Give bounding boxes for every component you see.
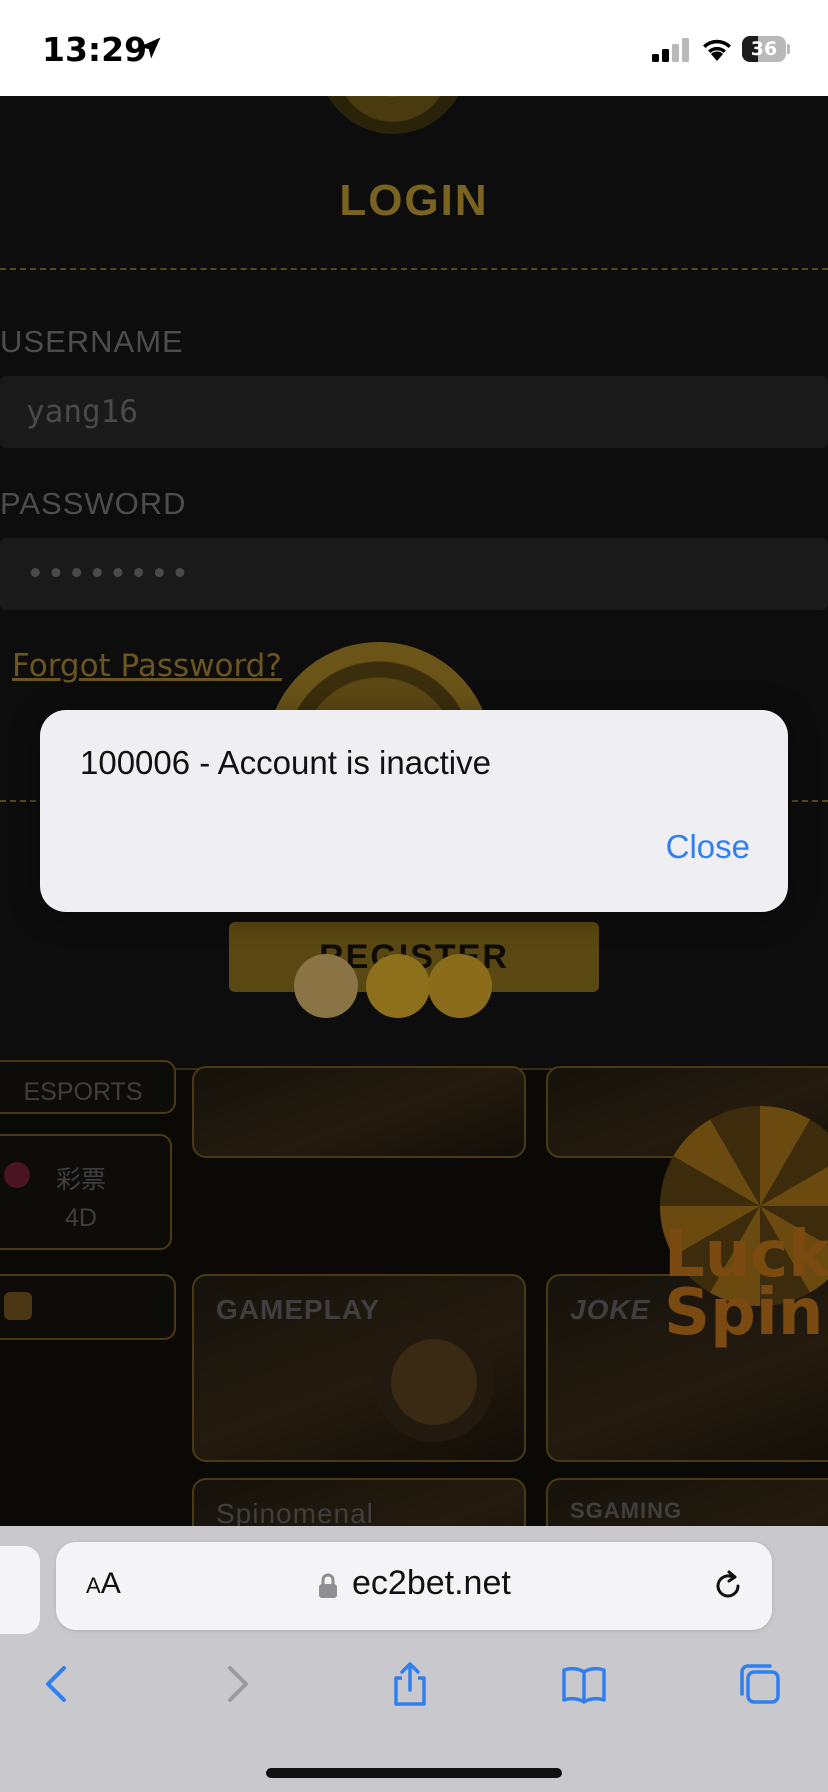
category-lottery[interactable]: 彩票 4D [0, 1134, 172, 1250]
close-button[interactable]: Close [666, 828, 750, 866]
lottery-ball-icon [4, 1162, 30, 1188]
safari-bottom-bar: AA ec2bet.net [0, 1526, 828, 1792]
loading-dot [366, 954, 430, 1018]
category-label: ESPORTS [23, 1078, 143, 1106]
url-text: ec2bet.net [352, 1564, 511, 1602]
location-arrow-icon [139, 37, 161, 59]
page-title: LOGIN [339, 176, 489, 225]
game-name: SGAMING [570, 1498, 683, 1523]
forward-icon[interactable] [212, 1660, 260, 1708]
alert-dialog: 100006 - Account is inactive Close [40, 710, 788, 912]
game-name: Spinomenal [216, 1498, 374, 1526]
game-tile-spinomenal[interactable]: Spinomenal [192, 1478, 526, 1526]
lucky-spin-label: Lucky Spin [664, 1218, 828, 1350]
previous-tab-preview[interactable] [0, 1546, 40, 1634]
loading-dot [294, 954, 358, 1018]
password-label: PASSWORD [0, 486, 187, 521]
game-art [374, 1322, 494, 1442]
home-indicator[interactable] [266, 1768, 562, 1778]
share-icon[interactable] [386, 1660, 434, 1708]
category-esports[interactable]: ESPORTS [0, 1060, 176, 1114]
cellular-signal-icon [652, 38, 689, 62]
tabs-icon[interactable] [736, 1660, 784, 1708]
status-time: 13:29 [42, 30, 148, 69]
divider [0, 268, 828, 270]
game-name: GAMEPLAY [216, 1294, 381, 1325]
game-name: JOKE [570, 1294, 651, 1325]
category-sublabel: 4D [65, 1204, 97, 1232]
game-tile-gameplay[interactable]: GAMEPLAY [192, 1274, 526, 1462]
username-label: USERNAME [0, 324, 184, 359]
password-input[interactable]: •••••••• [0, 538, 828, 610]
back-icon[interactable] [34, 1660, 82, 1708]
battery-icon: 36 [742, 36, 790, 62]
reader-settings-button[interactable]: AA [86, 1567, 121, 1601]
category-item[interactable] [0, 1274, 176, 1340]
battery-level: 36 [750, 38, 778, 60]
bookmarks-icon[interactable] [560, 1660, 608, 1708]
forgot-password-link[interactable]: Forgot Password? [12, 648, 282, 684]
alert-message: 100006 - Account is inactive [80, 744, 491, 781]
wifi-icon [703, 39, 731, 61]
dragon-icon [4, 1292, 32, 1320]
reload-icon[interactable] [710, 1568, 746, 1604]
game-tile[interactable] [192, 1066, 526, 1158]
loading-dot [428, 954, 492, 1018]
status-bar: 13:29 36 [0, 0, 828, 96]
game-tile-sgaming[interactable]: SGAMING [546, 1478, 828, 1526]
lock-icon [319, 1573, 337, 1598]
username-input[interactable]: yang16 [0, 376, 828, 448]
address-bar[interactable]: AA ec2bet.net [56, 1542, 772, 1630]
casino-chip-logo [318, 96, 468, 134]
